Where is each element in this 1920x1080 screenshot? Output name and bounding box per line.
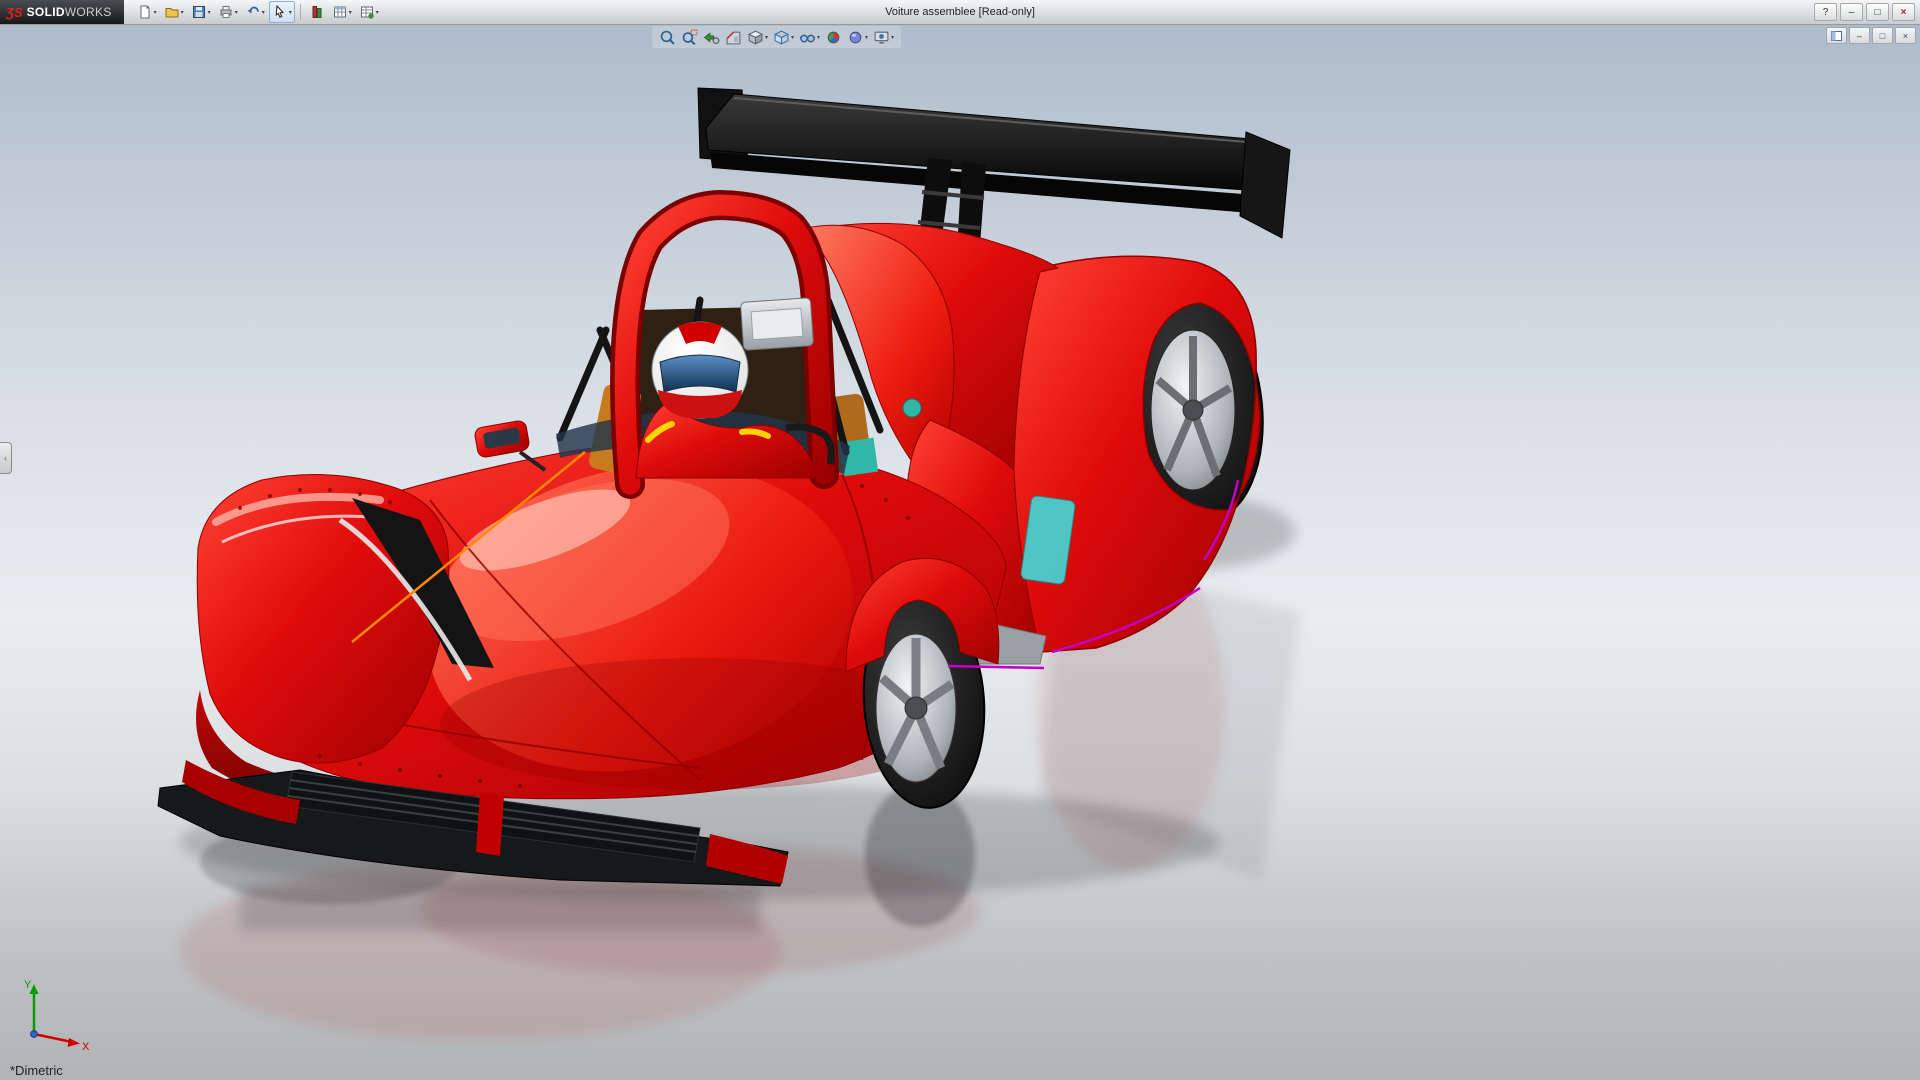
orientation-triad: Y X (14, 972, 98, 1056)
undo-button[interactable]: ▾ (242, 1, 268, 23)
options-table-icon (359, 4, 375, 20)
dropdown-caret: ▾ (208, 9, 211, 16)
model-scene (0, 24, 1920, 1080)
save-icon (191, 4, 207, 20)
minimize-document-button[interactable]: – (1849, 27, 1870, 44)
dropdown-caret: ▾ (765, 34, 768, 41)
sketch-table-button[interactable]: ▾ (329, 1, 355, 23)
save-button[interactable]: ▾ (188, 1, 214, 23)
close-document-button[interactable]: × (1895, 27, 1916, 44)
open-folder-icon (164, 4, 180, 20)
display-style-icon (773, 29, 790, 46)
view-settings-icon (873, 29, 890, 46)
select-cursor-icon (272, 4, 288, 20)
section-view-button[interactable] (723, 27, 744, 47)
featuremanager-collapse-handle[interactable]: ‹ (0, 442, 12, 474)
view-settings-button[interactable]: ▾ (871, 27, 896, 47)
dropdown-caret: ▾ (289, 9, 292, 16)
display-colors-icon (309, 4, 325, 20)
dropdown-caret: ▾ (262, 9, 265, 16)
toolbar-separator (300, 4, 301, 20)
hide-show-items-icon (799, 29, 816, 46)
ds-logo-glyph: ƷS (6, 5, 23, 20)
print-icon (218, 4, 234, 20)
zoom-to-area-icon (681, 29, 698, 46)
display-colors-button[interactable] (306, 1, 328, 23)
edit-appearance-icon (825, 29, 842, 46)
apply-scene-icon (847, 29, 864, 46)
open-button[interactable]: ▾ (161, 1, 187, 23)
solidworks-window: ƷS SOLIDWORKS Voiture assemblee [Read-on… (0, 0, 1920, 1080)
new-document-button[interactable]: ▾ (134, 1, 160, 23)
graphics-area[interactable]: ▾ ▾ ▾ ▾ ▾ (0, 24, 1920, 1080)
dropdown-caret: ▾ (181, 9, 184, 16)
main-toolbar: ▾ ▾ ▾ ▾ ▾ ▾ (134, 1, 382, 23)
triad-x-label: X (82, 1041, 90, 1053)
view-orientation-label: *Dimetric (10, 1063, 63, 1078)
dropdown-caret: ▾ (235, 9, 238, 16)
logo-text-works: WORKS (65, 5, 112, 19)
pane-toggle-icon (1831, 31, 1842, 41)
sketch-table-icon (332, 4, 348, 20)
heads-up-toolbar: ▾ ▾ ▾ ▾ ▾ (652, 26, 901, 48)
dropdown-caret: ▾ (154, 9, 157, 16)
undo-icon (245, 4, 261, 20)
zoom-to-fit-button[interactable] (657, 27, 678, 47)
zoom-to-area-button[interactable] (679, 27, 700, 47)
display-style-button[interactable]: ▾ (771, 27, 796, 47)
view-orientation-icon (747, 29, 764, 46)
logo-text-solid: SOLID (27, 5, 65, 19)
help-button[interactable]: ? (1814, 3, 1837, 21)
close-button[interactable]: × (1892, 3, 1915, 21)
window-controls: ? – □ × (1814, 3, 1920, 21)
dropdown-caret: ▾ (891, 34, 894, 41)
titlebar: ƷS SOLIDWORKS Voiture assemblee [Read-on… (0, 0, 1920, 25)
previous-view-icon (703, 29, 720, 46)
dropdown-caret: ▾ (376, 9, 379, 16)
restore-document-button[interactable]: □ (1872, 27, 1893, 44)
options-table-button[interactable]: ▾ (356, 1, 382, 23)
dropdown-caret: ▾ (865, 34, 868, 41)
edit-appearance-button[interactable] (823, 27, 844, 47)
view-orientation-button[interactable]: ▾ (745, 27, 770, 47)
hide-show-items-button[interactable]: ▾ (797, 27, 822, 47)
new-document-icon (137, 4, 153, 20)
zoom-to-fit-icon (659, 29, 676, 46)
select-button[interactable]: ▾ (269, 1, 295, 23)
dropdown-caret: ▾ (817, 34, 820, 41)
solidworks-logo: ƷS SOLIDWORKS (0, 0, 124, 24)
print-button[interactable]: ▾ (215, 1, 241, 23)
maximize-button[interactable]: □ (1866, 3, 1889, 21)
section-view-icon (725, 29, 742, 46)
document-window-controls: – □ × (1826, 27, 1916, 44)
dropdown-caret: ▾ (791, 34, 794, 41)
previous-view-button[interactable] (701, 27, 722, 47)
pane-toggle-button[interactable] (1826, 27, 1847, 44)
dropdown-caret: ▾ (349, 9, 352, 16)
minimize-button[interactable]: – (1840, 3, 1863, 21)
triad-y-label: Y (24, 979, 32, 991)
apply-scene-button[interactable]: ▾ (845, 27, 870, 47)
